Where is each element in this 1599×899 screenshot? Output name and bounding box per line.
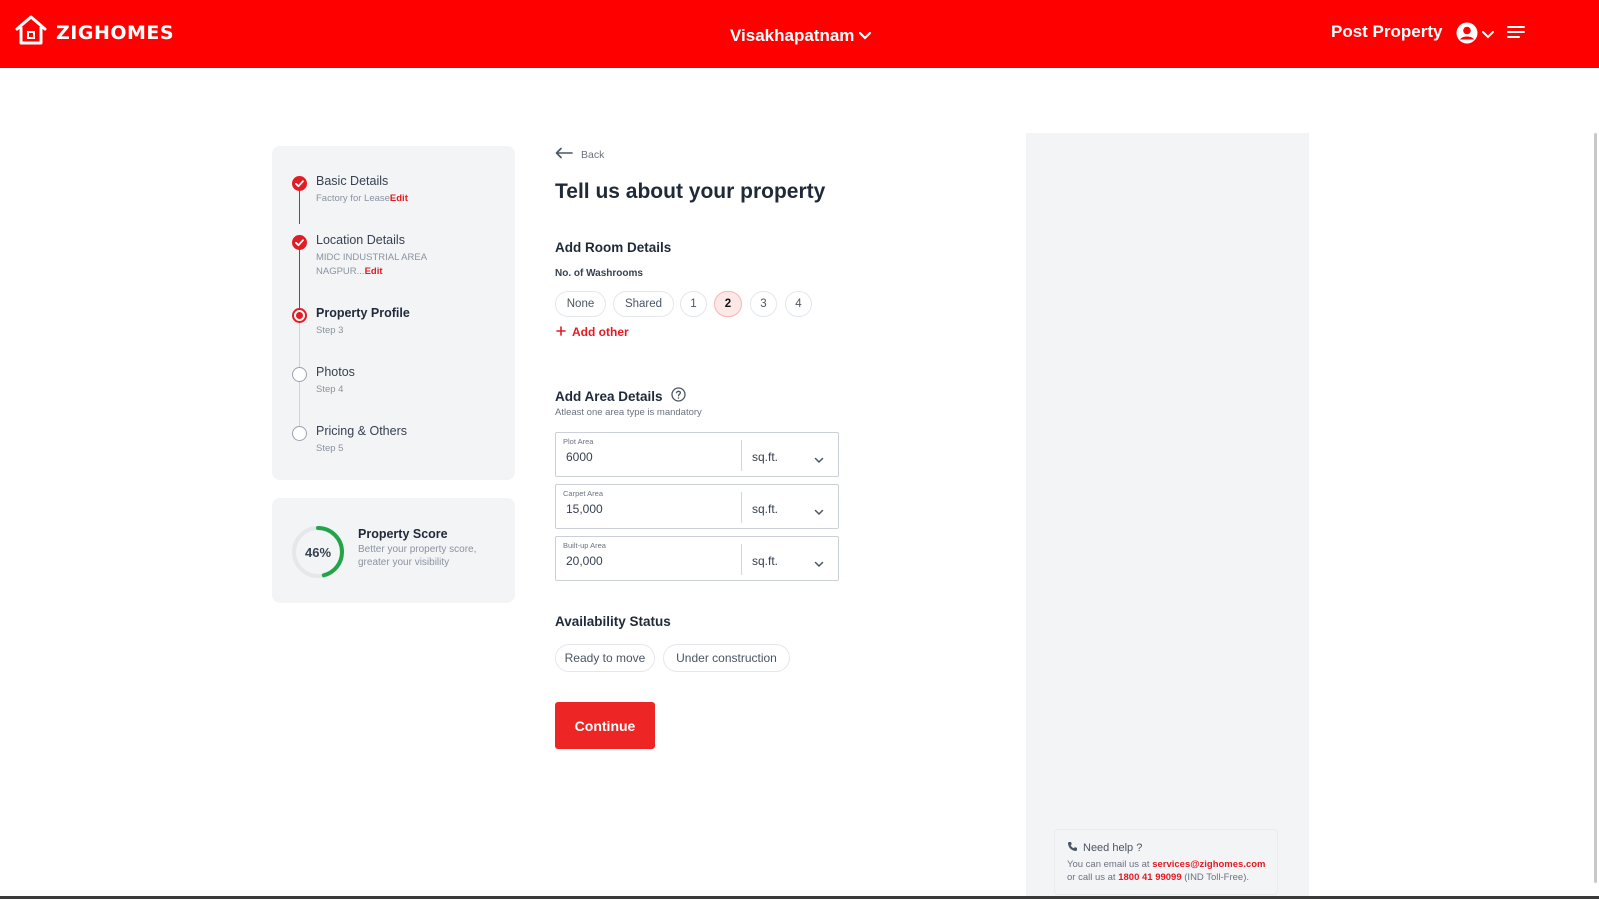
step-title: Location Details	[316, 233, 405, 247]
side-panel	[1026, 133, 1309, 899]
edit-link[interactable]: Edit	[365, 266, 383, 277]
plus-icon	[556, 325, 566, 339]
unit-select[interactable]: sq.ft.	[752, 554, 778, 568]
help-email-line: You can email us at services@zighomes.co…	[1067, 859, 1266, 870]
help-phone-prefix: or call us at	[1067, 872, 1119, 883]
help-title-text: Need help ?	[1083, 842, 1143, 854]
back-label: Back	[581, 148, 605, 161]
support-phone-link[interactable]: 1800 41 99099	[1118, 872, 1181, 883]
washroom-option-2[interactable]: 2	[714, 291, 742, 317]
field-divider	[741, 492, 742, 523]
brand-logo[interactable]: ZIGHOMES	[14, 14, 174, 51]
field-divider	[741, 544, 742, 575]
help-phone-line: or call us at 1800 41 99099 (IND Toll-Fr…	[1067, 872, 1249, 883]
score-value: 46%	[305, 545, 331, 560]
progress-stepper: Basic Details Factory for LeaseEdit Loca…	[272, 146, 515, 480]
pending-step-icon	[292, 367, 307, 382]
city-selector[interactable]: Visakhapatnam	[730, 26, 872, 46]
washroom-option-none[interactable]: None	[555, 291, 606, 317]
room-details-heading: Add Room Details	[555, 240, 672, 255]
support-email-link[interactable]: services@zighomes.com	[1152, 859, 1265, 870]
area-hint: Atleast one area type is mandatory	[555, 407, 702, 418]
edit-link[interactable]: Edit	[390, 193, 408, 204]
chevron-down-icon[interactable]	[814, 451, 824, 469]
step-subtitle: Step 3	[316, 325, 344, 336]
washroom-option-1[interactable]: 1	[680, 291, 707, 317]
add-other-button[interactable]: Add other	[556, 325, 629, 339]
current-step-icon	[292, 308, 307, 323]
carpet-area-field: Carpet Area 15,000 sq.ft.	[555, 484, 839, 529]
builtup-area-field: Built-up Area 20,000 sq.ft.	[555, 536, 839, 581]
field-label: Built-up Area	[563, 541, 606, 550]
availability-heading: Availability Status	[555, 614, 671, 629]
check-icon	[292, 235, 307, 250]
step-connector	[299, 188, 300, 224]
page-scrollbar[interactable]	[1594, 133, 1597, 883]
washroom-option-3[interactable]: 3	[750, 291, 777, 317]
chevron-down-icon	[1481, 27, 1495, 45]
plot-area-field: Plot Area 6000 sq.ft.	[555, 432, 839, 477]
page-title: Tell us about your property	[555, 180, 826, 203]
plot-area-input[interactable]: 6000	[566, 450, 593, 464]
availability-under-construction[interactable]: Under construction	[663, 644, 790, 672]
property-score-card: 46% Property Score Better your property …	[272, 498, 515, 603]
unit-select[interactable]: sq.ft.	[752, 502, 778, 516]
top-navbar: ZIGHOMES Visakhapatnam Post Property	[0, 0, 1599, 68]
availability-ready-to-move[interactable]: Ready to move	[555, 644, 655, 672]
check-icon	[292, 176, 307, 191]
score-subtitle: Better your property score, greater your…	[358, 544, 477, 568]
add-other-label: Add other	[572, 325, 629, 339]
field-label: Plot Area	[563, 437, 594, 446]
step-summary: NAGPUR...	[316, 266, 365, 277]
help-circle-icon[interactable]	[670, 387, 686, 405]
step-title: Basic Details	[316, 174, 389, 188]
account-menu[interactable]	[1455, 21, 1495, 50]
score-progress-ring: 46%	[290, 524, 346, 585]
unit-select[interactable]: sq.ft.	[752, 450, 778, 464]
step-subtitle: MIDC INDUSTRIAL AREA NAGPUR...Edit	[316, 251, 427, 279]
step-title: Pricing & Others	[316, 424, 408, 438]
area-details-title: Add Area Details	[555, 388, 663, 404]
washroom-option-4[interactable]: 4	[785, 291, 812, 317]
chevron-down-icon[interactable]	[814, 555, 824, 573]
step-summary: Factory for Lease	[316, 193, 390, 204]
step-summary: MIDC INDUSTRIAL AREA	[316, 252, 428, 263]
help-email-prefix: You can email us at	[1067, 859, 1153, 870]
post-property-link[interactable]: Post Property	[1331, 22, 1442, 42]
field-label: Carpet Area	[563, 489, 604, 498]
pending-step-icon	[292, 426, 307, 441]
washroom-option-shared[interactable]: Shared	[613, 291, 674, 317]
builtup-area-input[interactable]: 20,000	[566, 554, 603, 568]
phone-icon	[1067, 841, 1078, 855]
step-title: Property Profile	[316, 306, 410, 320]
carpet-area-input[interactable]: 15,000	[566, 502, 603, 516]
step-subtitle: Step 5	[316, 443, 344, 454]
help-phone-suffix: (IND Toll-Free).	[1181, 872, 1250, 883]
help-box: Need help ? You can email us at services…	[1054, 829, 1278, 895]
step-subtitle: Step 4	[316, 384, 344, 395]
city-name: Visakhapatnam	[730, 26, 855, 45]
step-title: Photos	[316, 365, 355, 379]
user-avatar-icon	[1455, 21, 1479, 50]
score-title: Property Score	[358, 527, 448, 541]
step-subtitle: Factory for LeaseEdit	[316, 192, 408, 206]
field-divider	[741, 440, 742, 471]
chevron-down-icon	[858, 26, 872, 46]
home-icon	[14, 14, 48, 51]
logo-text: ZIGHOMES	[56, 21, 175, 44]
continue-button[interactable]: Continue	[555, 702, 655, 749]
hamburger-menu-icon[interactable]	[1507, 25, 1525, 44]
arrow-left-icon	[555, 147, 573, 162]
area-details-heading: Add Area Details	[555, 387, 686, 405]
back-link[interactable]: Back	[555, 147, 604, 162]
washrooms-label: No. of Washrooms	[555, 268, 643, 279]
help-title: Need help ?	[1067, 841, 1142, 855]
chevron-down-icon[interactable]	[814, 503, 824, 521]
